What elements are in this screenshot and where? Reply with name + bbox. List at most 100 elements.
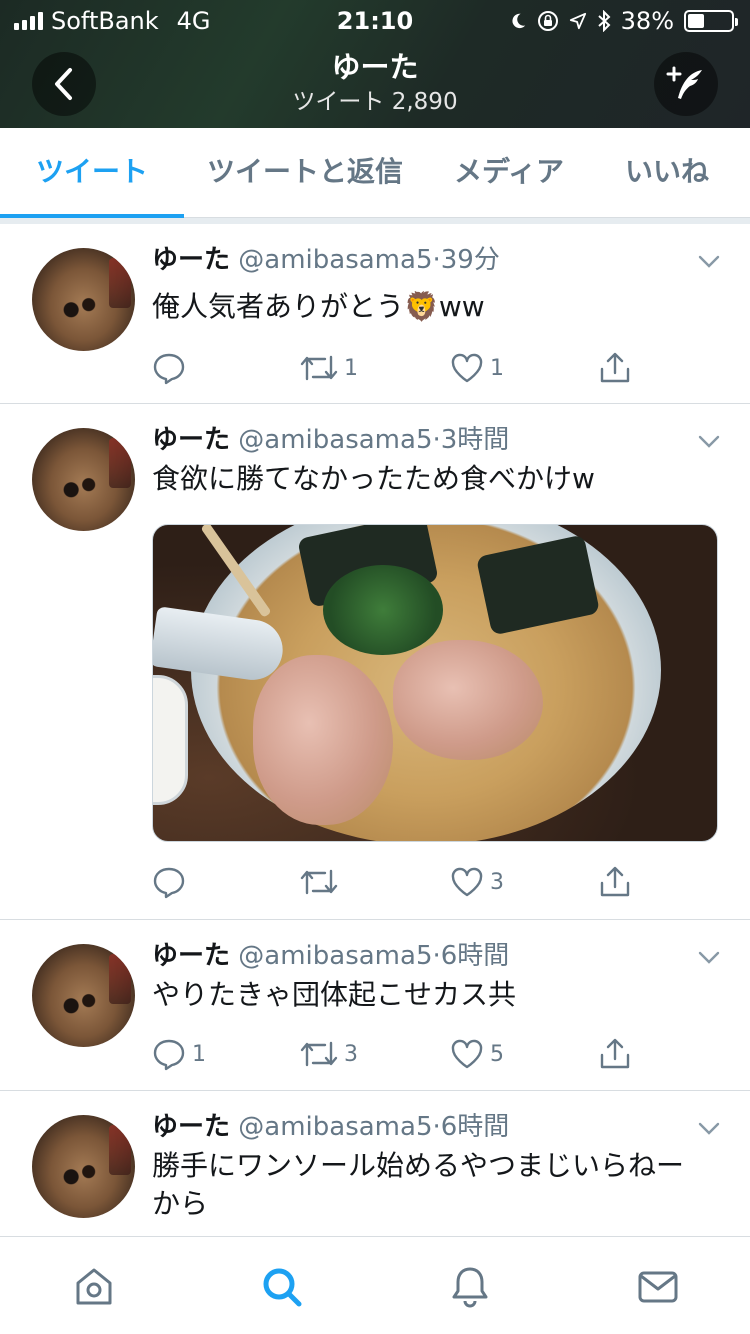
- tweet-time: 39分: [440, 245, 500, 275]
- reply-button[interactable]: 1: [152, 1036, 206, 1072]
- display-name[interactable]: ゆーた: [152, 941, 230, 971]
- share-icon: [600, 352, 630, 383]
- tweet-header: ゆーた @amibasama5·3時間: [152, 424, 509, 456]
- battery-percent: 38%: [620, 7, 674, 35]
- moon-icon: [512, 13, 525, 29]
- tweet-count: ツイート 2,890: [292, 89, 458, 115]
- profile-tabs: ツイート ツイートと返信 メディア いいね: [0, 128, 750, 218]
- page-title: ゆーた: [331, 50, 419, 84]
- tweet-time: 6時間: [440, 1112, 510, 1142]
- user-handle: @amibasama5: [238, 941, 433, 971]
- tweet-header: ゆーた @amibasama5·39分: [152, 244, 500, 276]
- user-handle: @amibasama5: [238, 425, 433, 455]
- nav-home[interactable]: [70, 1263, 118, 1311]
- display-name[interactable]: ゆーた: [152, 1112, 230, 1142]
- reply-button[interactable]: [152, 864, 192, 900]
- separator-dot: ·: [432, 425, 441, 455]
- tab-tweets-and-replies[interactable]: ツイートと返信: [194, 128, 416, 218]
- chashu-graphic: [393, 640, 543, 760]
- retweet-count: 1: [344, 355, 358, 381]
- nav-messages[interactable]: [634, 1263, 682, 1311]
- display-name[interactable]: ゆーた: [152, 425, 230, 455]
- user-handle: @amibasama5: [238, 245, 433, 275]
- battery-level-fill: [688, 14, 704, 28]
- tweet-media-image[interactable]: [152, 524, 718, 842]
- display-name[interactable]: ゆーた: [152, 245, 230, 275]
- search-icon: [263, 1268, 302, 1307]
- tweet-time: 6時間: [440, 941, 510, 971]
- chevron-down-icon[interactable]: [698, 946, 720, 968]
- spinach-graphic: [323, 565, 443, 655]
- tab-likes[interactable]: いいね: [604, 128, 730, 218]
- reply-icon: [153, 867, 185, 899]
- chevron-down-icon[interactable]: [698, 430, 720, 452]
- tweet-text: 俺人気者ありがとう🦁ww: [152, 290, 485, 323]
- retweet-button[interactable]: 1: [300, 350, 358, 386]
- status-bar: SoftBank 4G 21:10 38%: [0, 0, 750, 40]
- tab-tweets[interactable]: ツイート: [0, 128, 184, 218]
- avatar[interactable]: [32, 944, 135, 1047]
- share-icon: [600, 866, 630, 897]
- heart-icon: [451, 353, 483, 383]
- retweet-button[interactable]: [300, 864, 344, 900]
- heart-icon: [451, 867, 483, 897]
- heart-icon: [451, 1039, 483, 1069]
- rotation-lock-icon: [537, 11, 558, 31]
- bottom-tab-bar: [0, 1236, 750, 1334]
- tweet-header: ゆーた @amibasama5·6時間: [152, 1111, 509, 1143]
- tweet-actions: 1 1: [152, 350, 652, 386]
- reply-icon: [153, 353, 185, 385]
- tweet-item[interactable]: ゆーた @amibasama5·6時間 やりたきゃ団体起こせカス共 1 3 5: [0, 920, 750, 1091]
- tweet-text: 食欲に勝てなかったため食べかけw: [152, 462, 595, 495]
- profile-header: SoftBank 4G 21:10 38% ゆーた ツイート 2,890: [0, 0, 750, 128]
- retweet-count: 3: [344, 1041, 358, 1067]
- avatar[interactable]: [32, 248, 135, 351]
- home-icon: [76, 1268, 112, 1305]
- chevron-down-icon[interactable]: [698, 1117, 720, 1139]
- share-button[interactable]: [598, 864, 632, 900]
- retweet-icon: [300, 355, 338, 381]
- reply-icon: [153, 1039, 185, 1071]
- like-button[interactable]: 5: [450, 1036, 504, 1072]
- avatar[interactable]: [32, 1115, 135, 1218]
- share-button[interactable]: [598, 1036, 632, 1072]
- tweet-item[interactable]: ゆーた @amibasama5·39分 俺人気者ありがとう🦁ww 1 1: [0, 224, 750, 404]
- tweet-item[interactable]: ゆーた @amibasama5·6時間 勝手にワンソール始めるやつまじいらねーか…: [0, 1091, 750, 1236]
- bell-icon: [452, 1267, 488, 1308]
- retweet-icon: [300, 1041, 338, 1067]
- like-count: 5: [490, 1041, 504, 1067]
- share-icon: [600, 1038, 630, 1069]
- separator-dot: ·: [432, 245, 441, 275]
- location-icon: [569, 12, 586, 30]
- rice-bowl-graphic: [153, 675, 188, 805]
- compose-tweet-button[interactable]: [654, 52, 718, 116]
- like-count: 3: [490, 869, 504, 895]
- nav-notifications[interactable]: [446, 1263, 494, 1311]
- like-button[interactable]: 1: [450, 350, 504, 386]
- tweet-text: やりたきゃ団体起こせカス共: [152, 978, 517, 1011]
- chevron-down-icon[interactable]: [698, 250, 720, 272]
- tweet-time: 3時間: [440, 425, 510, 455]
- share-button[interactable]: [598, 350, 632, 386]
- tweet-actions: 1 3 5: [152, 1036, 652, 1072]
- retweet-button[interactable]: 3: [300, 1036, 358, 1072]
- reply-count: 1: [192, 1041, 206, 1067]
- nav-search[interactable]: [258, 1263, 306, 1311]
- separator-dot: ·: [432, 1112, 441, 1142]
- reply-button[interactable]: [152, 350, 192, 386]
- like-button[interactable]: 3: [450, 864, 504, 900]
- user-handle: @amibasama5: [238, 1112, 433, 1142]
- like-count: 1: [490, 355, 504, 381]
- compose-feather-icon: [666, 66, 702, 99]
- mail-icon: [638, 1271, 678, 1303]
- tweet-actions: 3: [152, 864, 652, 900]
- avatar[interactable]: [32, 428, 135, 531]
- retweet-icon: [300, 869, 338, 895]
- bluetooth-icon: [597, 10, 611, 32]
- battery-icon: [684, 10, 738, 32]
- tweet-header: ゆーた @amibasama5·6時間: [152, 940, 509, 972]
- tweet-text: 勝手にワンソール始めるやつまじいらねーから: [152, 1149, 685, 1220]
- tab-media[interactable]: メディア: [436, 128, 582, 218]
- tweet-item[interactable]: ゆーた @amibasama5·3時間 食欲に勝てなかったため食べかけw 3: [0, 404, 750, 920]
- separator-dot: ·: [432, 941, 441, 971]
